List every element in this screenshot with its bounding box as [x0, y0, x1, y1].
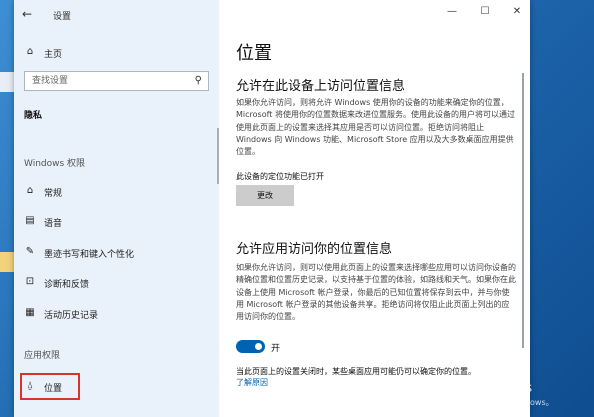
sidebar-item-label: 诊断和反馈 [44, 280, 90, 290]
sidebar-item-inking[interactable]: ✎ 墨迹书写和键入个性化 [14, 241, 219, 265]
settings-window: ← 设置 ⌂ 主页 ⚲ 隐私 Windows 权限 ⌂ 常规 ▤ 语音 ✎ 墨迹… [14, 0, 530, 417]
toggle-label: 开 [271, 344, 281, 354]
search-icon[interactable]: ⚲ [195, 75, 202, 86]
main-content: — ☐ ✕ 位置 允许在此设备上访问位置信息 如果你允许访问，则将允许 Wind… [219, 0, 530, 417]
activation-watermark-subtitle: 转到"设置"以激活 Windows。 [444, 398, 554, 407]
section-header-app: 应用权限 [24, 351, 61, 361]
app-access-description: 如果你允许访问，则可以使用此页面上的设置来选择哪些应用可以访问你设备的精确位置和… [236, 263, 516, 322]
back-arrow-icon[interactable]: ← [22, 7, 32, 21]
sidebar-item-home[interactable]: ⌂ 主页 [14, 41, 219, 65]
change-button[interactable]: 更改 [236, 185, 294, 206]
sidebar-item-label: 常规 [44, 189, 63, 199]
sidebar-item-diagnostics[interactable]: ⊡ 诊断和反馈 [14, 271, 219, 295]
device-access-description: 如果你允许访问，则将允许 Windows 使用你的设备的功能来确定你的位置，Mi… [236, 98, 515, 157]
desktop-icon-edge[interactable] [0, 72, 14, 92]
sidebar: ← 设置 ⌂ 主页 ⚲ 隐私 Windows 权限 ⌂ 常规 ▤ 语音 ✎ 墨迹… [14, 0, 219, 417]
sidebar-item-label: 活动历史记录 [44, 311, 99, 321]
section-header-windows: Windows 权限 [24, 159, 86, 169]
sidebar-item-label: 墨迹书写和键入个性化 [44, 250, 135, 260]
location-toggle[interactable] [236, 340, 265, 353]
selection-highlight [20, 373, 80, 400]
minimize-button[interactable]: — [444, 6, 460, 17]
app-access-heading: 允许应用访问你的位置信息 [236, 242, 393, 257]
home-icon: ⌂ [26, 46, 34, 57]
activation-watermark-title: 激活 Windows [444, 381, 533, 396]
sidebar-item-label: 语音 [44, 219, 63, 229]
content-scrollbar[interactable] [522, 73, 524, 348]
pen-icon: ✎ [25, 246, 35, 257]
device-access-heading: 允许在此设备上访问位置信息 [236, 79, 406, 94]
page-title: 位置 [236, 43, 272, 64]
maximize-button[interactable]: ☐ [477, 6, 493, 17]
window-title: 设置 [53, 12, 72, 22]
close-button[interactable]: ✕ [509, 6, 525, 17]
search-box[interactable]: ⚲ [24, 71, 209, 91]
search-input[interactable] [30, 75, 184, 87]
sidebar-item-label: 主页 [44, 50, 63, 60]
sidebar-item-general[interactable]: ⌂ 常规 [14, 180, 219, 204]
category-title: 隐私 [24, 111, 43, 121]
feedback-icon: ⊡ [25, 276, 35, 287]
title-bar: ← 设置 [14, 0, 219, 32]
sidebar-item-activity-history[interactable]: ▦ 活动历史记录 [14, 302, 219, 326]
home-icon: ⌂ [26, 185, 34, 196]
learn-more-link[interactable]: 了解原因 [236, 377, 268, 388]
location-status: 此设备的定位功能已打开 [236, 172, 324, 181]
desktop-icon-edge[interactable] [0, 252, 14, 272]
sidebar-item-speech[interactable]: ▤ 语音 [14, 210, 219, 234]
history-icon: ▦ [25, 307, 35, 318]
speech-icon: ▤ [25, 215, 35, 226]
toggle-knob [255, 343, 262, 350]
desktop-apps-note: 当此页面上的设置关闭时，某些桌面应用可能仍可以确定你的位置。 [236, 367, 476, 376]
